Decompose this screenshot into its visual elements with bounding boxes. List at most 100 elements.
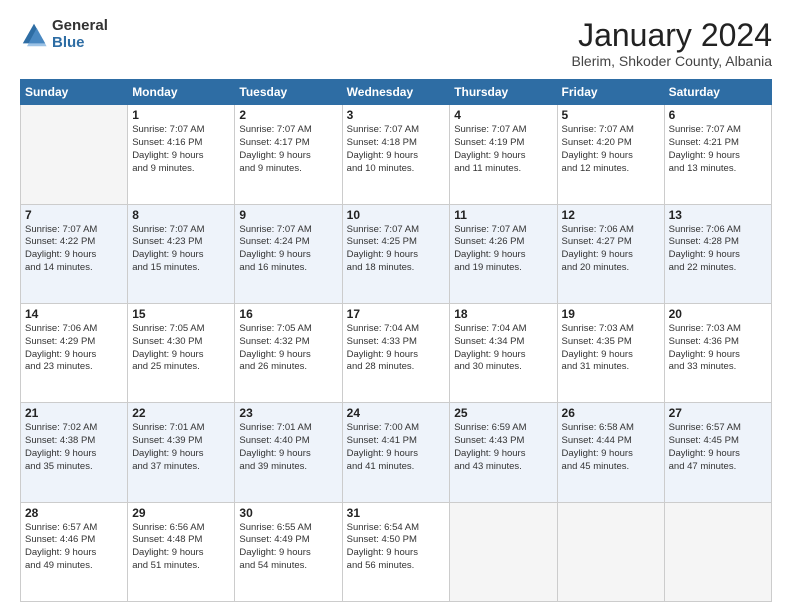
day-number: 8 [132,208,230,222]
day-info: Sunrise: 7:07 AMSunset: 4:26 PMDaylight:… [454,224,552,275]
day-info: Sunrise: 6:59 AMSunset: 4:43 PMDaylight:… [454,422,552,473]
calendar-cell: 3Sunrise: 7:07 AMSunset: 4:18 PMDaylight… [342,105,450,204]
day-info: Sunrise: 7:01 AMSunset: 4:40 PMDaylight:… [239,422,337,473]
day-info: Sunrise: 6:57 AMSunset: 4:45 PMDaylight:… [669,422,767,473]
day-info: Sunrise: 7:07 AMSunset: 4:20 PMDaylight:… [562,124,660,175]
header: General Blue January 2024 Blerim, Shkode… [20,18,772,69]
day-info: Sunrise: 7:07 AMSunset: 4:17 PMDaylight:… [239,124,337,175]
calendar-cell [557,502,664,601]
day-number: 6 [669,108,767,122]
day-info: Sunrise: 7:07 AMSunset: 4:24 PMDaylight:… [239,224,337,275]
day-info: Sunrise: 6:58 AMSunset: 4:44 PMDaylight:… [562,422,660,473]
calendar-cell: 22 Sunrise: 7:01 AMSunset: 4:39 PMDayligh… [128,403,235,502]
col-saturday: Saturday [664,80,771,105]
calendar-cell: 8 Sunrise: 7:07 AMSunset: 4:23 PMDaylight… [128,204,235,303]
calendar-cell: 27 Sunrise: 6:57 AMSunset: 4:45 PMDayligh… [664,403,771,502]
calendar-cell: 6 Sunrise: 7:07 AMSunset: 4:21 PMDaylight… [664,105,771,204]
day-number: 9 [239,208,337,222]
day-info: Sunrise: 6:57 AMSunset: 4:46 PMDaylight:… [25,522,123,573]
day-info: Sunrise: 7:05 AMSunset: 4:30 PMDaylight:… [132,323,230,374]
month-title: January 2024 [571,18,772,53]
day-number: 11 [454,208,552,222]
day-number: 22 [132,406,230,420]
col-monday: Monday [128,80,235,105]
title-block: January 2024 Blerim, Shkoder County, Alb… [571,18,772,69]
day-info: Sunrise: 7:03 AMSunset: 4:35 PMDaylight:… [562,323,660,374]
day-info: Sunrise: 7:03 AMSunset: 4:36 PMDaylight:… [669,323,767,374]
calendar-cell: 26 Sunrise: 6:58 AMSunset: 4:44 PMDayligh… [557,403,664,502]
day-info: Sunrise: 7:06 AMSunset: 4:29 PMDaylight:… [25,323,123,374]
day-info: Sunrise: 7:07 AMSunset: 4:25 PMDaylight:… [347,224,446,275]
calendar-cell: 14 Sunrise: 7:06 AMSunset: 4:29 PMDayligh… [21,303,128,402]
day-info: Sunrise: 7:06 AMSunset: 4:28 PMDaylight:… [669,224,767,275]
calendar-header-row: Sunday Monday Tuesday Wednesday Thursday… [21,80,772,105]
calendar-cell: 31 Sunrise: 6:54 AMSunset: 4:50 PMDayligh… [342,502,450,601]
calendar-cell: 21Sunrise: 7:02 AMSunset: 4:38 PMDayligh… [21,403,128,502]
day-info: Sunrise: 7:07 AMSunset: 4:21 PMDaylight:… [669,124,767,175]
day-info: Sunrise: 7:05 AMSunset: 4:32 PMDaylight:… [239,323,337,374]
location: Blerim, Shkoder County, Albania [571,53,772,69]
day-number: 31 [347,506,446,520]
day-info: Sunrise: 7:07 AMSunset: 4:16 PMDaylight:… [132,124,230,175]
day-number: 4 [454,108,552,122]
day-info: Sunrise: 6:54 AMSunset: 4:50 PMDaylight:… [347,522,446,573]
day-number: 16 [239,307,337,321]
logo-icon [20,21,48,49]
calendar-cell: 17Sunrise: 7:04 AMSunset: 4:33 PMDayligh… [342,303,450,402]
calendar-cell: 13Sunrise: 7:06 AMSunset: 4:28 PMDayligh… [664,204,771,303]
day-number: 2 [239,108,337,122]
logo-blue: Blue [52,35,108,52]
day-info: Sunrise: 7:00 AMSunset: 4:41 PMDaylight:… [347,422,446,473]
calendar-cell: 4Sunrise: 7:07 AMSunset: 4:19 PMDaylight… [450,105,557,204]
col-sunday: Sunday [21,80,128,105]
day-number: 10 [347,208,446,222]
day-number: 7 [25,208,123,222]
day-info: Sunrise: 7:07 AMSunset: 4:22 PMDaylight:… [25,224,123,275]
calendar-cell: 18Sunrise: 7:04 AMSunset: 4:34 PMDayligh… [450,303,557,402]
calendar-week-row: 7 Sunrise: 7:07 AMSunset: 4:22 PMDaylight… [21,204,772,303]
day-number: 23 [239,406,337,420]
day-info: Sunrise: 7:01 AMSunset: 4:39 PMDaylight:… [132,422,230,473]
logo-text: General Blue [52,18,108,51]
day-number: 12 [562,208,660,222]
calendar-cell: 30Sunrise: 6:55 AMSunset: 4:49 PMDayligh… [235,502,342,601]
logo: General Blue [20,18,108,51]
day-info: Sunrise: 7:06 AMSunset: 4:27 PMDaylight:… [562,224,660,275]
day-number: 29 [132,506,230,520]
day-number: 30 [239,506,337,520]
calendar-cell: 23 Sunrise: 7:01 AMSunset: 4:40 PMDayligh… [235,403,342,502]
calendar-cell: 9 Sunrise: 7:07 AMSunset: 4:24 PMDaylight… [235,204,342,303]
calendar-cell: 19 Sunrise: 7:03 AMSunset: 4:35 PMDayligh… [557,303,664,402]
day-info: Sunrise: 7:07 AMSunset: 4:23 PMDaylight:… [132,224,230,275]
calendar-week-row: 21Sunrise: 7:02 AMSunset: 4:38 PMDayligh… [21,403,772,502]
col-wednesday: Wednesday [342,80,450,105]
calendar-cell: 11 Sunrise: 7:07 AMSunset: 4:26 PMDayligh… [450,204,557,303]
calendar-week-row: 1Sunrise: 7:07 AMSunset: 4:16 PMDaylight… [21,105,772,204]
col-friday: Friday [557,80,664,105]
calendar-week-row: 14 Sunrise: 7:06 AMSunset: 4:29 PMDayligh… [21,303,772,402]
calendar: Sunday Monday Tuesday Wednesday Thursday… [20,79,772,602]
day-number: 24 [347,406,446,420]
calendar-cell [664,502,771,601]
calendar-cell: 20 Sunrise: 7:03 AMSunset: 4:36 PMDayligh… [664,303,771,402]
calendar-cell: 1Sunrise: 7:07 AMSunset: 4:16 PMDaylight… [128,105,235,204]
day-info: Sunrise: 6:56 AMSunset: 4:48 PMDaylight:… [132,522,230,573]
day-info: Sunrise: 7:04 AMSunset: 4:34 PMDaylight:… [454,323,552,374]
day-number: 26 [562,406,660,420]
day-number: 27 [669,406,767,420]
calendar-cell: 28Sunrise: 6:57 AMSunset: 4:46 PMDayligh… [21,502,128,601]
calendar-cell: 16 Sunrise: 7:05 AMSunset: 4:32 PMDayligh… [235,303,342,402]
day-info: Sunrise: 7:04 AMSunset: 4:33 PMDaylight:… [347,323,446,374]
day-number: 14 [25,307,123,321]
calendar-cell: 7 Sunrise: 7:07 AMSunset: 4:22 PMDaylight… [21,204,128,303]
day-number: 19 [562,307,660,321]
calendar-cell: 29 Sunrise: 6:56 AMSunset: 4:48 PMDayligh… [128,502,235,601]
calendar-cell: 2 Sunrise: 7:07 AMSunset: 4:17 PMDaylight… [235,105,342,204]
col-thursday: Thursday [450,80,557,105]
calendar-cell [21,105,128,204]
logo-general: General [52,18,108,35]
day-number: 3 [347,108,446,122]
day-number: 20 [669,307,767,321]
calendar-cell: 15Sunrise: 7:05 AMSunset: 4:30 PMDayligh… [128,303,235,402]
day-number: 25 [454,406,552,420]
